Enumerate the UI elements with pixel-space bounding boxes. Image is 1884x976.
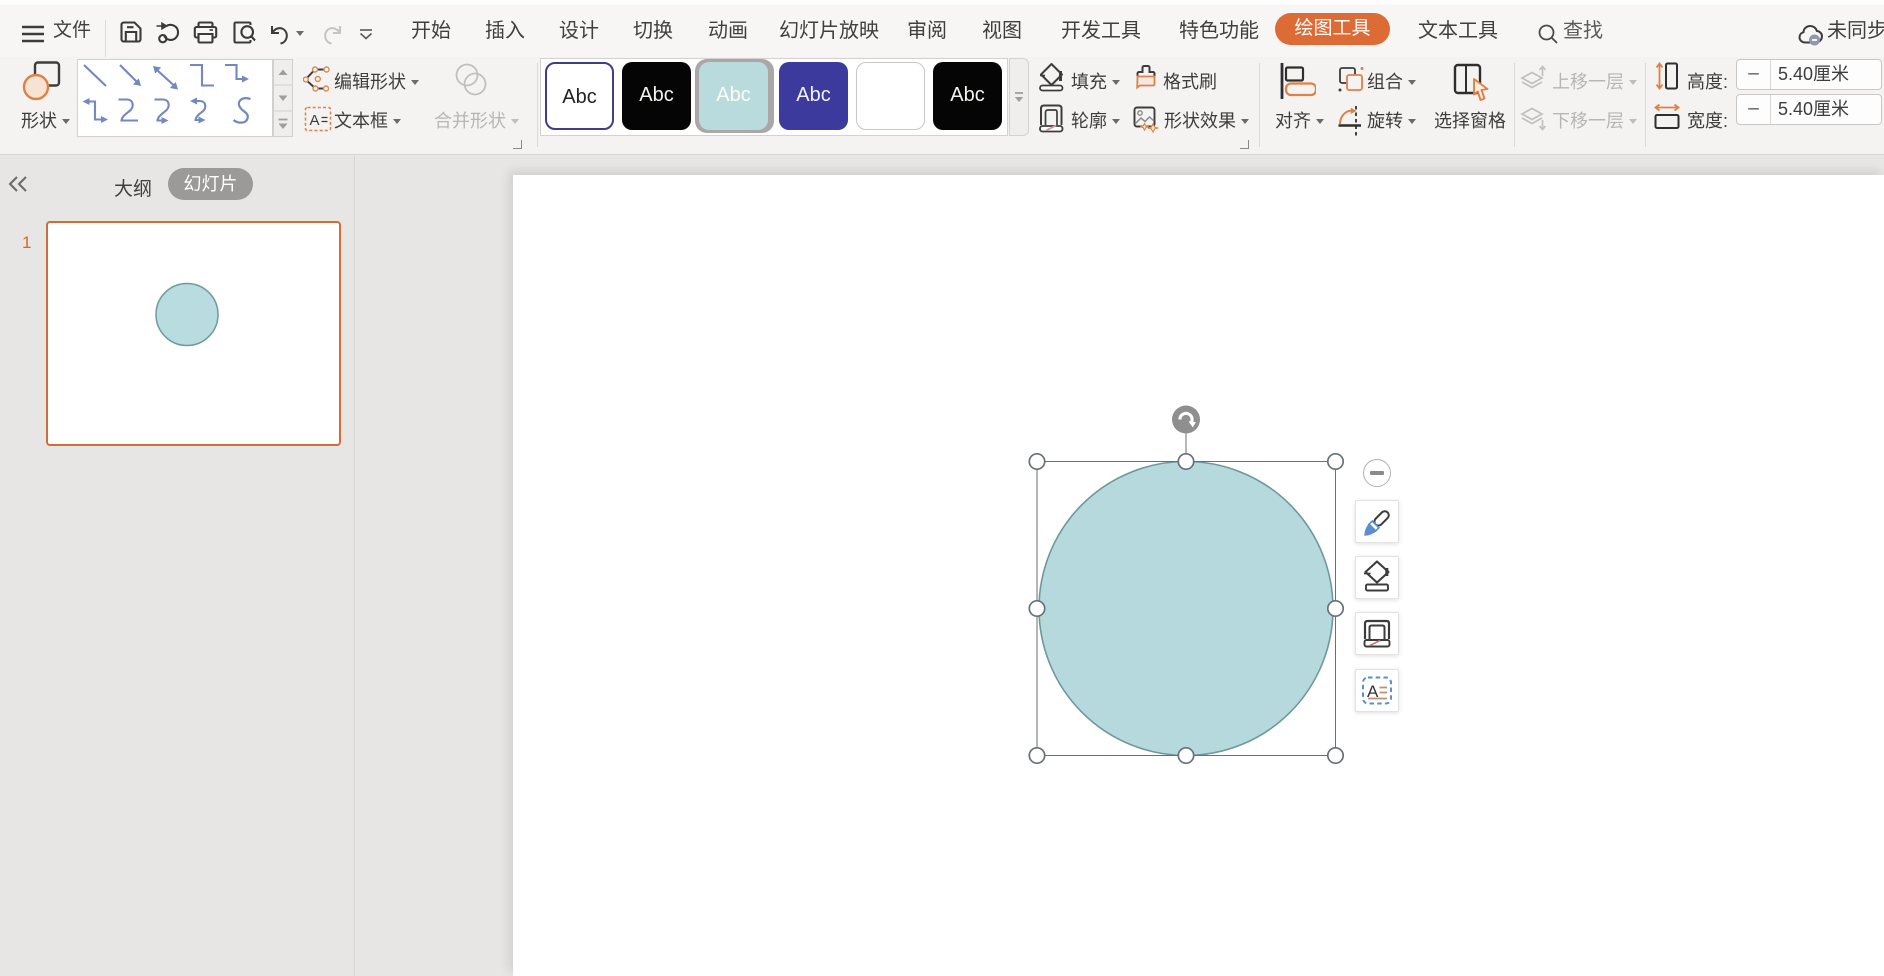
svg-text:A: A: [310, 112, 320, 129]
